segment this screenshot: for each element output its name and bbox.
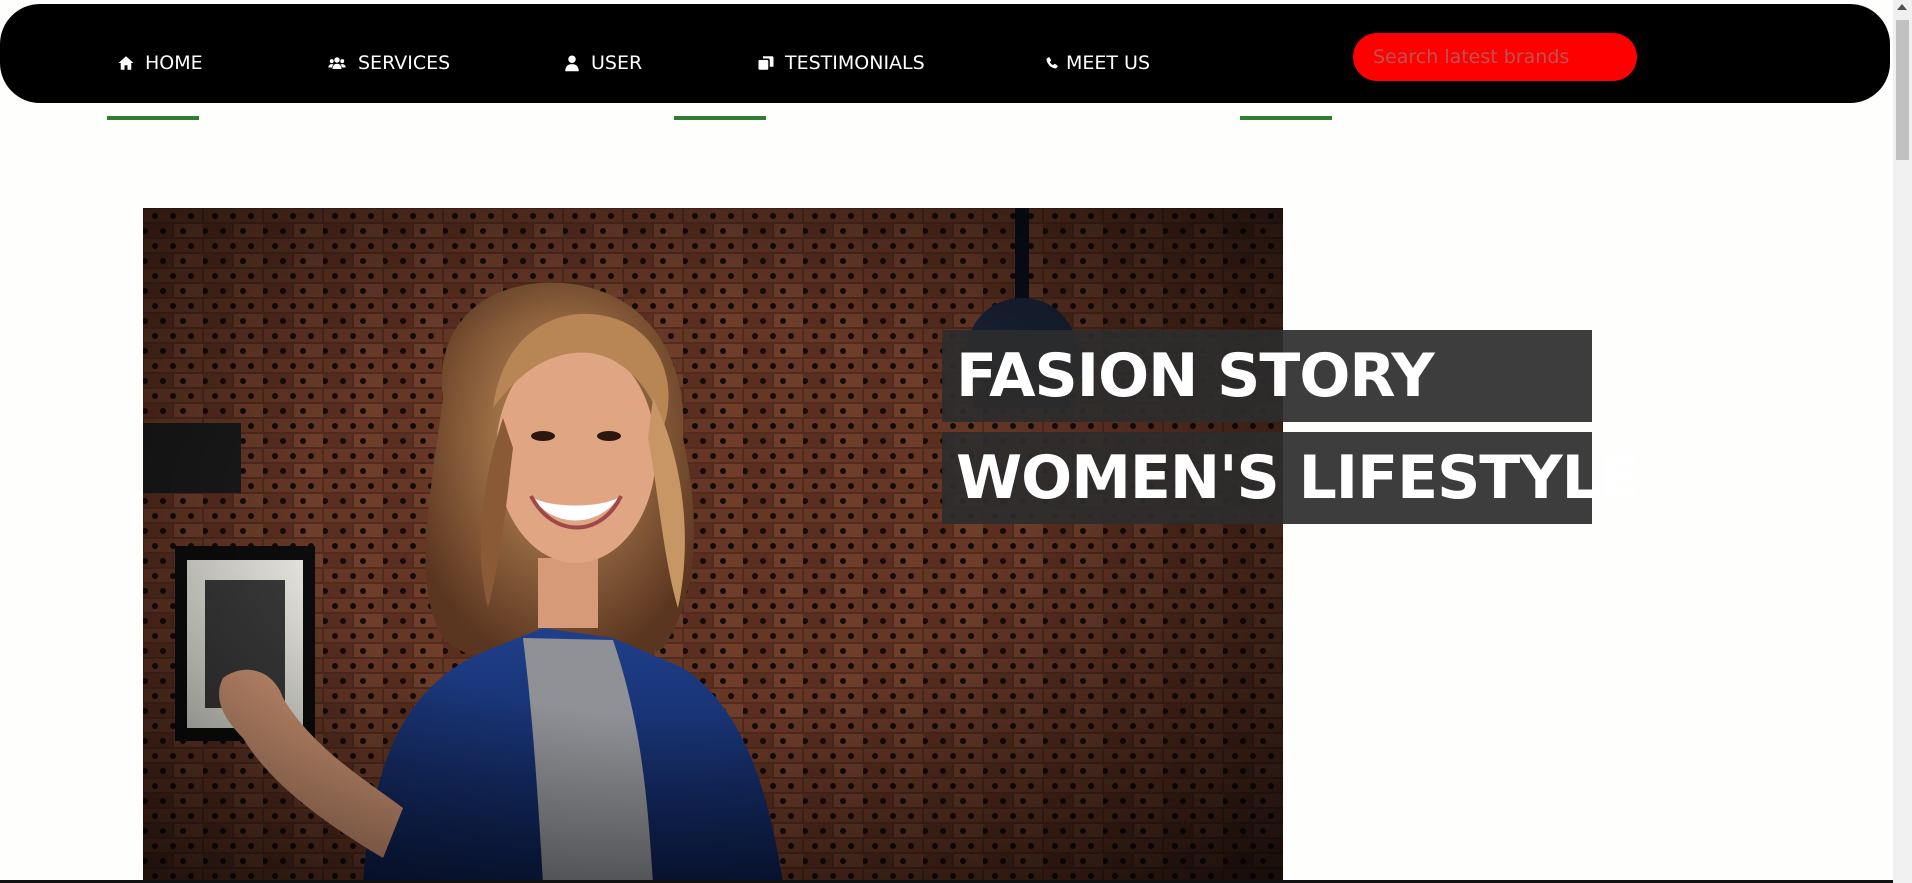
hero-title-line-2: WOMEN'S LIFESTYLE (942, 432, 1640, 524)
nav-home-label: HOME (145, 52, 203, 74)
nav-home-link[interactable]: HOME (117, 51, 203, 75)
nav-user-label: USER (591, 52, 643, 74)
hero-title-line-1: FASION STORY (942, 330, 1592, 422)
phone-icon (1044, 55, 1060, 71)
scroll-up-arrow-icon[interactable] (1897, 4, 1907, 10)
hero-photo (143, 208, 1283, 883)
accent-underline (674, 116, 766, 120)
accent-underline (1240, 116, 1332, 120)
accent-underline (107, 116, 199, 120)
clone-icon (757, 54, 775, 72)
nav-meetus-link[interactable]: MEET US (1044, 51, 1150, 75)
user-icon (563, 54, 581, 72)
nav-services-link[interactable]: SERVICES (326, 51, 450, 75)
nav-testimonials-label: TESTIMONIALS (785, 52, 925, 74)
nav-services-label: SERVICES (358, 52, 451, 74)
home-icon (117, 54, 135, 72)
top-navbar: HOME SERVICES USER TESTIMONIALS MEET US … (0, 4, 1890, 103)
scrollbar-thumb[interactable] (1896, 20, 1909, 160)
search-brands-input[interactable] (1353, 33, 1637, 81)
nav-testimonials-link[interactable]: TESTIMONIALS (757, 51, 925, 75)
users-icon (326, 54, 348, 72)
vertical-scrollbar[interactable] (1893, 0, 1912, 883)
nav-meetus-label: MEET US (1066, 52, 1151, 74)
nav-user-link[interactable]: USER (563, 51, 642, 75)
